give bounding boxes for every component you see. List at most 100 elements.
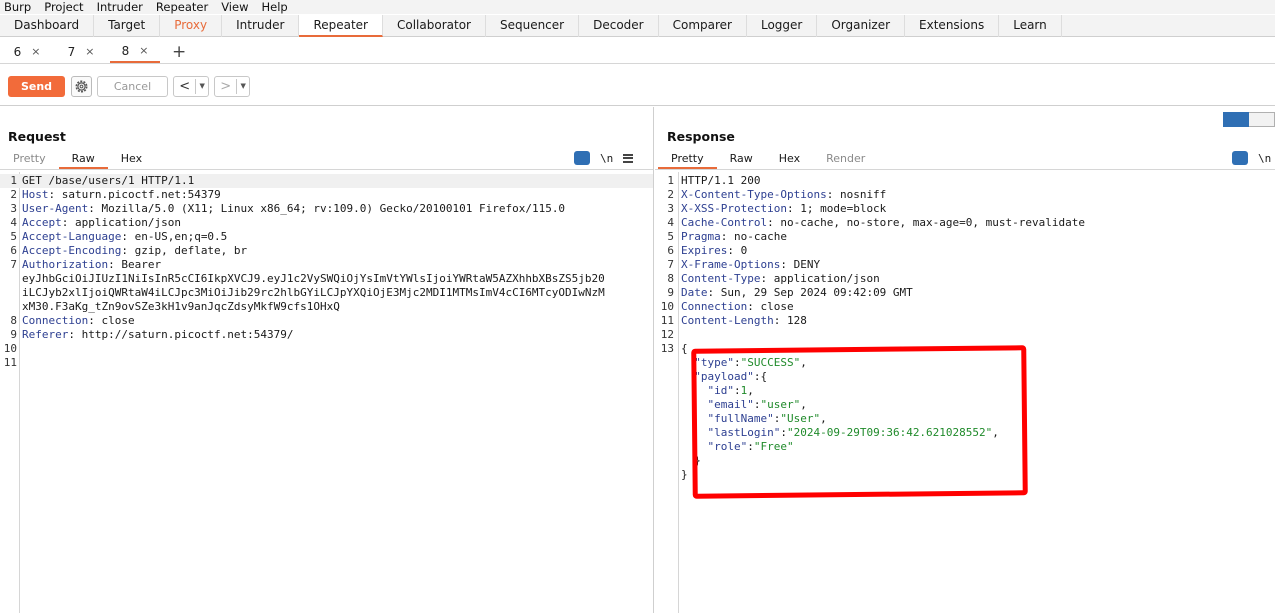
code-line: 12 [655,328,1275,342]
header-value: iLCJyb2xlIjoiQWRtaW4iLCJpc3MiOiJib29rc2h… [22,286,605,299]
header-name: Content-Length [681,314,774,327]
tab-sequencer[interactable]: Sequencer [486,15,580,37]
gear-icon [75,80,88,93]
line-number: 5 [10,230,17,243]
chevron-down-icon[interactable]: ▼ [195,79,208,94]
code-line: 6 Accept-Encoding: gzip, deflate, br [0,244,653,258]
send-button[interactable]: Send [8,76,65,97]
tab-pretty[interactable]: Pretty [0,149,59,169]
code-line: 1 GET /base/users/1 HTTP/1.1 [0,174,653,188]
show-newlines-icon[interactable]: \n [600,152,613,165]
repeater-tab-label: 7 [67,44,76,59]
settings-button[interactable] [71,76,92,97]
line-text: HTTP/1.1 200 [681,174,760,188]
tool-tabs: Dashboard Target Proxy Intruder Repeater… [0,15,1275,37]
chevron-down-icon[interactable]: ▼ [236,79,249,94]
line-number: 1 [10,174,17,187]
layout-toggle[interactable] [1223,112,1275,127]
menu-icon[interactable] [623,153,634,163]
repeater-tab-8[interactable]: 8 × [110,41,160,63]
repeater-tab-7[interactable]: 7 × [56,41,106,63]
request-editor[interactable]: 1 GET /base/users/1 HTTP/1.1 2 Host: saturn… [0,172,653,613]
line-number: 6 [667,244,674,257]
close-icon[interactable]: × [85,45,94,58]
code-line: 9 Date: Sun, 29 Sep 2024 09:42:09 GMT [655,286,1275,300]
line-text: Referer: http://saturn.picoctf.net:54379… [22,328,294,342]
split-view-icon[interactable] [1223,112,1249,127]
word-wrap-icon[interactable] [574,151,590,165]
tab-repeater[interactable]: Repeater [299,15,383,37]
header-value: : Sun, 29 Sep 2024 09:42:09 GMT [707,286,913,299]
line-number: 8 [10,314,17,327]
header-value: eyJhbGciOiJIUzI1NiIsInR5cCI6IkpXVCJ9.eyJ… [22,272,605,285]
tab-collaborator[interactable]: Collaborator [383,15,486,37]
line-text: Cache-Control: no-cache, no-store, max-a… [681,216,1085,230]
tab-intruder[interactable]: Intruder [222,15,300,37]
header-value: xM30.F3aKg_tZn9ovSZe3kH1v9anJqcZdsyMkfW9… [22,300,340,313]
chevron-left-icon: < [179,79,191,94]
menu-repeater[interactable]: Repeater [156,0,208,14]
json-punct: } [681,468,688,481]
line-number: 13 [660,342,674,355]
repeater-tab-label: 6 [13,44,22,59]
tab-hex[interactable]: Hex [766,149,813,169]
forward-button[interactable]: > ▼ [214,76,250,97]
header-name: X-XSS-Protection [681,202,787,215]
tab-decoder[interactable]: Decoder [579,15,659,37]
header-name: Date [681,286,708,299]
close-icon[interactable]: × [139,44,148,57]
line-text: User-Agent: Mozilla/5.0 (X11; Linux x86_… [22,202,565,216]
close-icon[interactable]: × [31,45,40,58]
line-number: 4 [667,216,674,229]
code-line: xM30.F3aKg_tZn9ovSZe3kH1v9anJqcZdsyMkfW9… [0,300,653,314]
header-name: User-Agent [22,202,89,215]
line-text: iLCJyb2xlIjoiQWRtaW4iLCJpc3MiOiJib29rc2h… [22,286,605,300]
menu-intruder[interactable]: Intruder [97,0,143,14]
header-value: : nosniff [826,188,887,201]
line-number: 2 [10,188,17,201]
tab-comparer[interactable]: Comparer [659,15,747,37]
repeater-toolbar: Send Cancel < ▼ > ▼ [0,66,1275,106]
repeater-tab-6[interactable]: 6 × [2,41,52,63]
tab-extensions[interactable]: Extensions [905,15,1000,37]
menu-view[interactable]: View [221,0,248,14]
header-name: Content-Type [681,272,761,285]
tab-pretty[interactable]: Pretty [658,149,717,169]
line-number: 10 [3,342,17,355]
tab-organizer[interactable]: Organizer [817,15,906,37]
response-editor[interactable]: 1 HTTP/1.1 200 2 X-Content-Type-Options: no… [655,172,1275,613]
header-name: Host [22,188,49,201]
tab-logger[interactable]: Logger [747,15,818,37]
response-pane: Response Pretty Raw Hex Render \n 1 HTTP/… [655,107,1275,613]
tab-hex[interactable]: Hex [108,149,155,169]
line-number: 10 [660,300,674,313]
tab-proxy[interactable]: Proxy [160,15,223,37]
line-number: 3 [667,202,674,215]
tab-render[interactable]: Render [813,149,878,169]
tab-raw[interactable]: Raw [58,149,108,169]
tab-target[interactable]: Target [94,15,161,37]
menu-help[interactable]: Help [261,0,287,14]
header-name: X-Content-Type-Options [681,188,827,201]
response-editor-icons: \n [1232,150,1271,166]
header-name: Cache-Control [681,216,768,229]
header-value: : saturn.picoctf.net:54379 [48,188,221,201]
line-text: X-XSS-Protection: 1; mode=block [681,202,886,216]
tab-learn[interactable]: Learn [999,15,1062,37]
code-line: iLCJyb2xlIjoiQWRtaW4iLCJpc3MiOiJib29rc2h… [0,286,653,300]
tab-raw[interactable]: Raw [717,149,766,169]
line-text: X-Content-Type-Options: nosniff [681,188,886,202]
show-newlines-icon[interactable]: \n [1258,152,1271,165]
menu-project[interactable]: Project [44,0,83,14]
add-tab-button[interactable]: + [172,42,186,62]
word-wrap-icon[interactable] [1232,151,1248,165]
code-line: 5 Accept-Language: en-US,en;q=0.5 [0,230,653,244]
header-value: : application/json [61,216,181,229]
stacked-view-icon[interactable] [1249,112,1275,127]
cancel-button[interactable]: Cancel [97,76,168,97]
tab-dashboard[interactable]: Dashboard [0,15,95,37]
back-button[interactable]: < ▼ [173,76,209,97]
line-text: X-Frame-Options: DENY [681,258,820,272]
menu-burp[interactable]: Burp [4,0,31,14]
line-number: 6 [10,244,17,257]
